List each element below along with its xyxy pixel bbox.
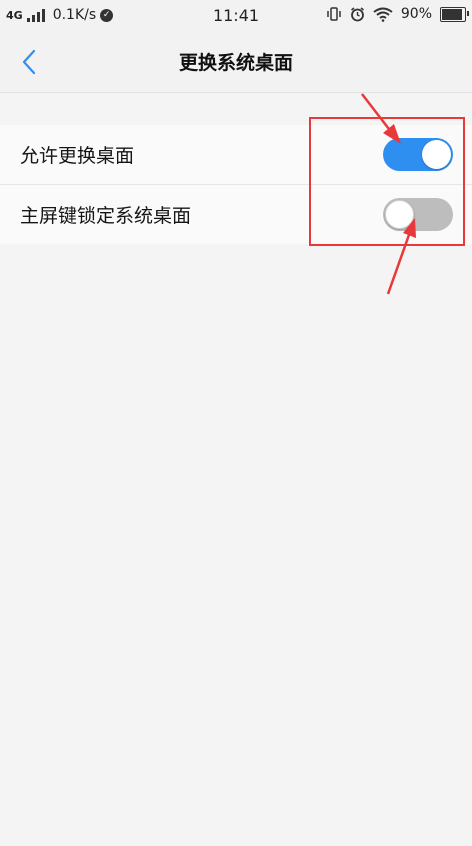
setting-label: 主屏键锁定系统桌面 [20,205,192,227]
wifi-icon [373,7,393,22]
page-title: 更换系统桌面 [178,52,293,74]
status-bar: 4G 0.1K/s ✓ 11:41 90% [0,0,472,32]
screen: 4G 0.1K/s ✓ 11:41 90% 更换系统桌面 允许更换桌面 主屏键锁… [0,0,472,846]
battery-icon [440,6,469,22]
status-right: 90% [326,6,469,22]
page-header: 更换系统桌面 [0,32,472,93]
setting-label: 允许更换桌面 [20,145,135,167]
battery-percent: 90% [400,6,432,22]
annotation-highlight-box [309,117,465,246]
alarm-icon [350,6,364,21]
vibrate-icon [327,7,341,21]
